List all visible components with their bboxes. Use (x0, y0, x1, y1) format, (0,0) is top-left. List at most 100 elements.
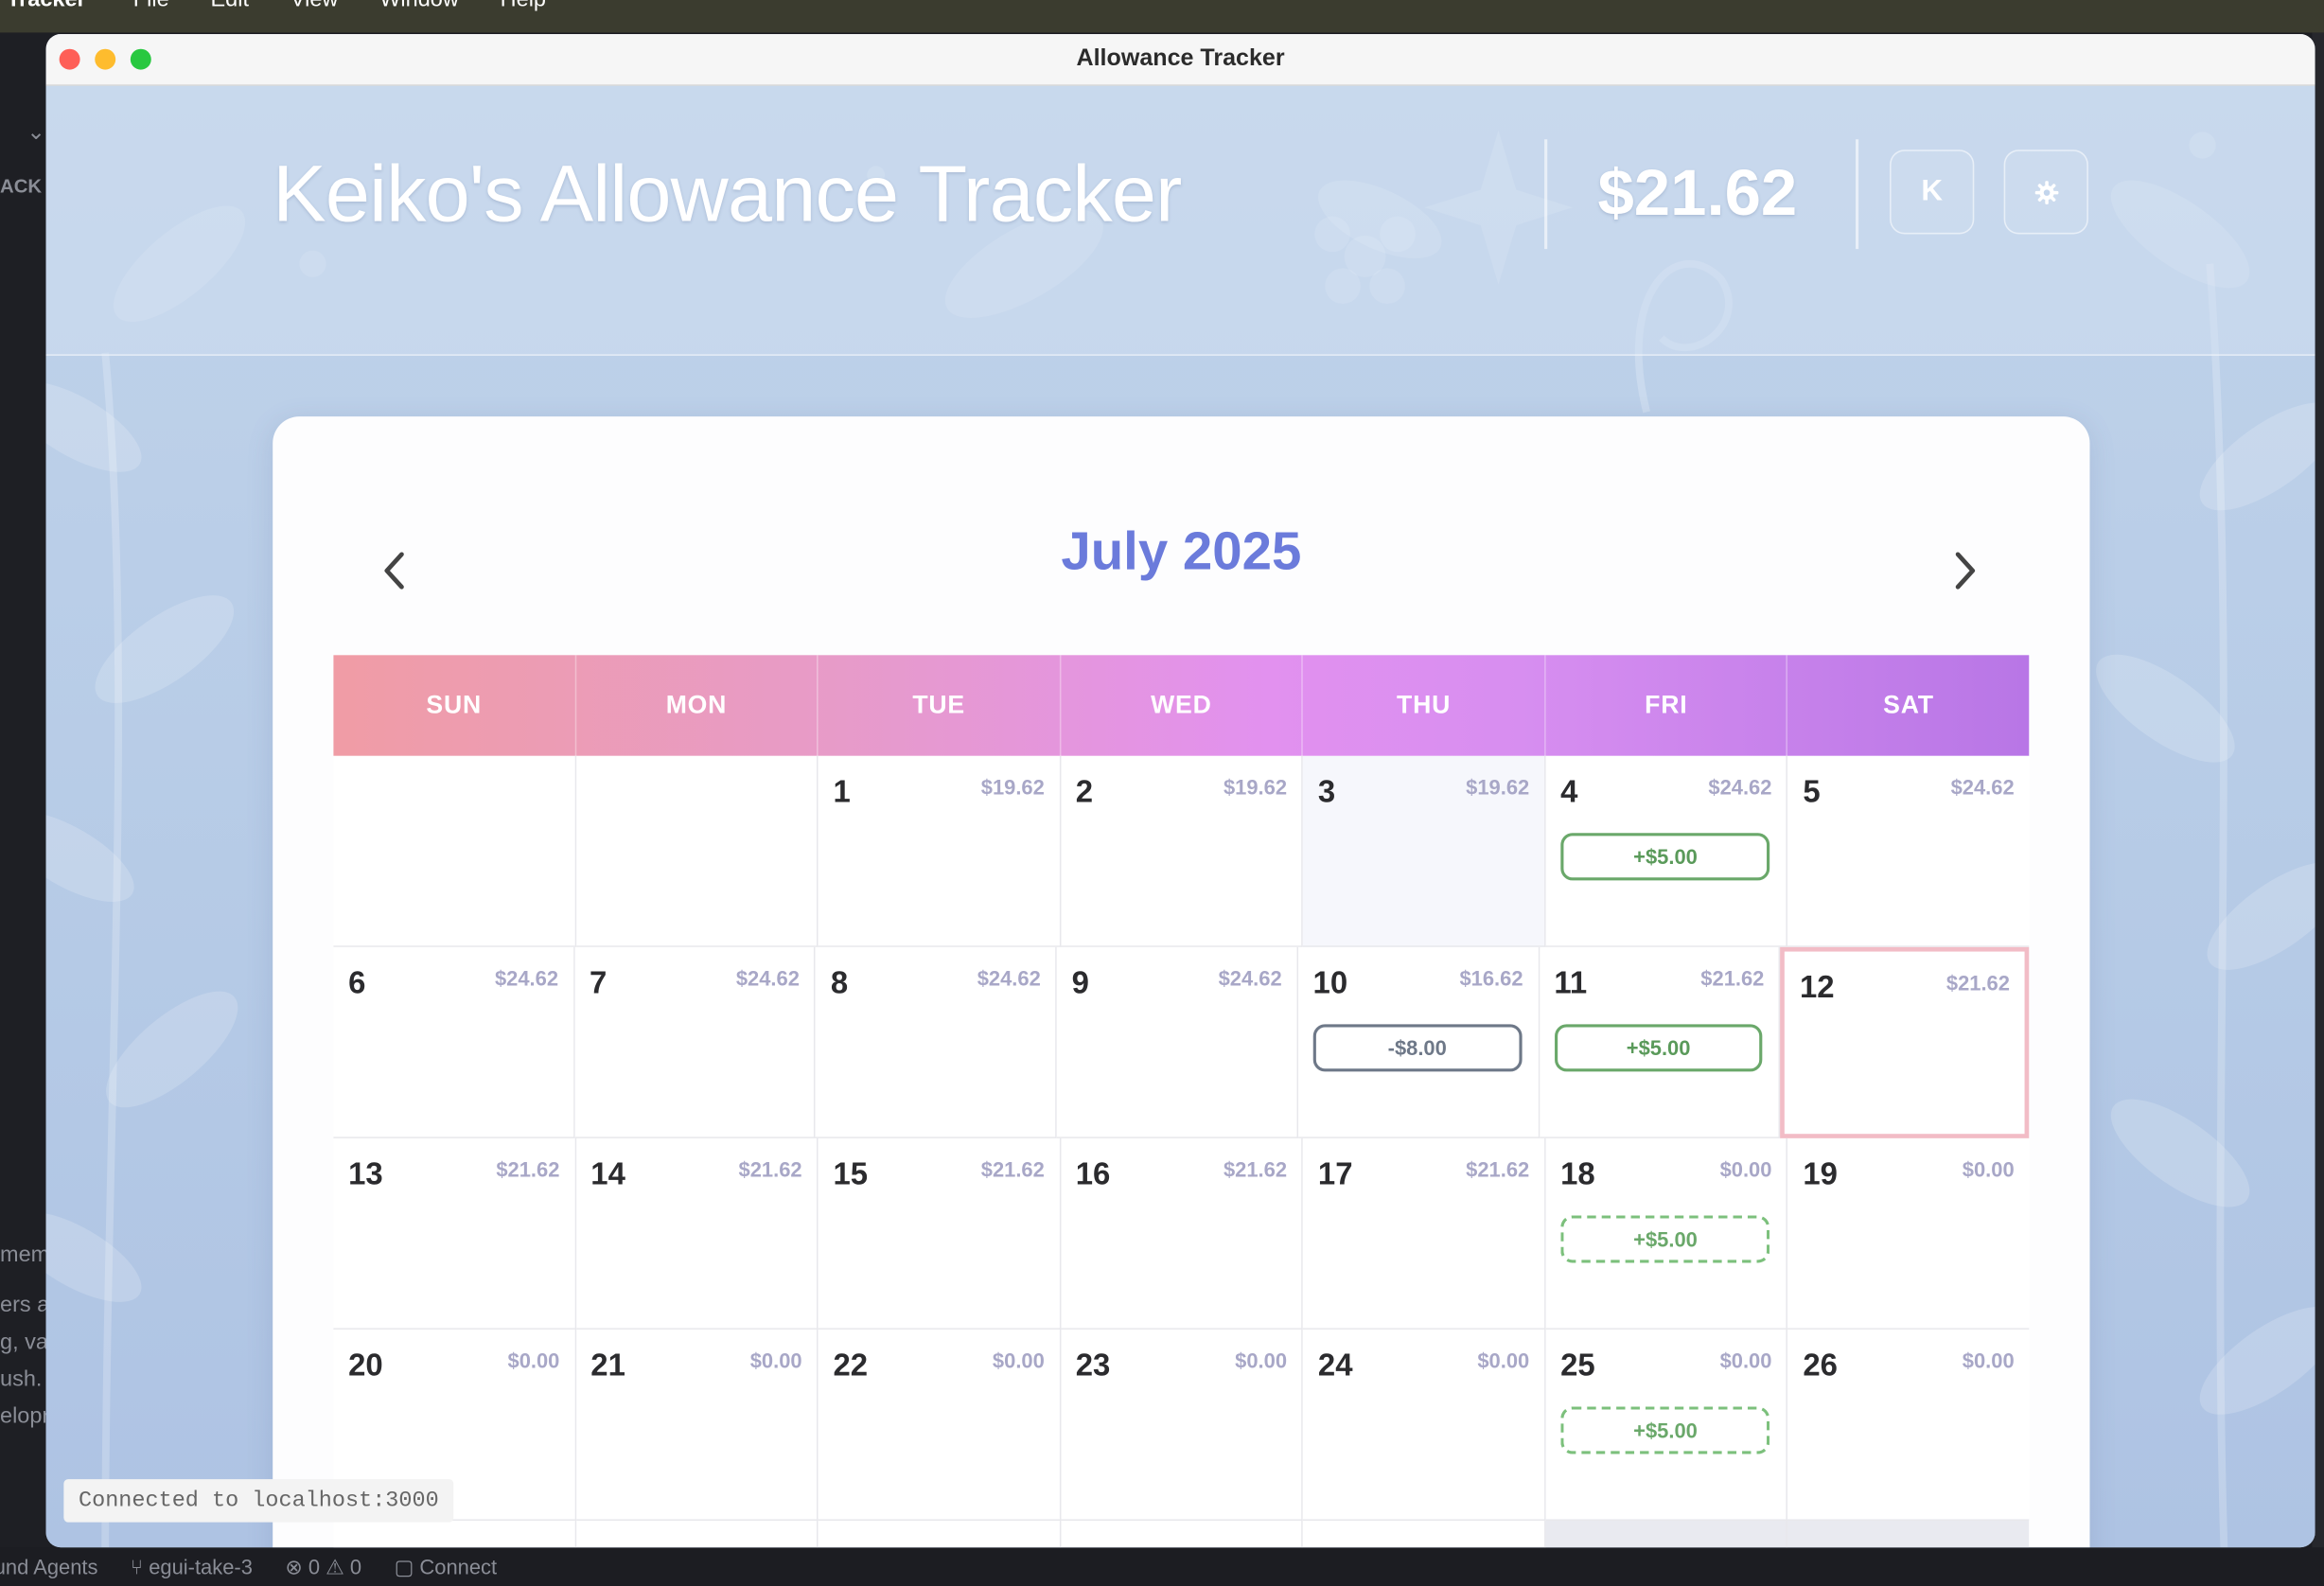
day-cell-3[interactable]: 3 $19.62 (1303, 755, 1546, 947)
day-balance: $24.62 (977, 966, 1041, 991)
day-cell-10[interactable]: 10 $16.62 -$8.00 (1297, 946, 1540, 1138)
day-balance: $21.62 (1700, 966, 1765, 991)
ide-text-fragment: g, va (0, 1329, 48, 1355)
day-cell-17[interactable]: 17 $21.62 (1303, 1137, 1546, 1330)
minimize-window-button[interactable] (95, 48, 116, 70)
traffic-lights (59, 48, 151, 70)
app-window: Allowance Tracker Keiko's Allowance Trac… (45, 34, 2315, 1548)
day-cell[interactable] (818, 1521, 1062, 1548)
menu-help[interactable]: Help (501, 0, 546, 12)
day-balance: $16.62 (1459, 966, 1523, 991)
day-cell[interactable] (1061, 1521, 1304, 1548)
day-cell-2[interactable]: 2 $19.62 (1061, 755, 1304, 947)
day-balance: $21.62 (496, 1157, 560, 1182)
status-problems[interactable]: ⊗ 0 ⚠ 0 (285, 1554, 361, 1579)
scheduled-allowance-chip[interactable]: +$5.00 (1560, 1406, 1770, 1454)
close-window-button[interactable] (59, 48, 80, 70)
day-number: 14 (590, 1157, 625, 1192)
menu-window[interactable]: Window (379, 0, 459, 12)
status-connect[interactable]: ▢ Connect (395, 1554, 498, 1579)
current-balance: $21.62 (1597, 157, 1798, 230)
day-cell[interactable] (1303, 1521, 1546, 1548)
day-number: 19 (1803, 1157, 1838, 1192)
status-agents[interactable]: und Agents (0, 1555, 97, 1578)
day-number: 12 (1799, 970, 1835, 1005)
weekday-thu: THU (1303, 655, 1546, 756)
profile-button[interactable]: K (1890, 150, 1975, 235)
day-cell-8[interactable]: 8 $24.62 (816, 946, 1058, 1138)
day-number: 17 (1317, 1157, 1353, 1192)
weekday-fri: FRI (1545, 655, 1788, 756)
menu-edit[interactable]: Edit (211, 0, 250, 12)
day-balance: $24.62 (1950, 775, 2015, 800)
zoom-window-button[interactable] (130, 48, 151, 70)
ide-text-fragment: elopr (0, 1403, 50, 1429)
day-cell-21[interactable]: 21 $0.00 (575, 1329, 819, 1522)
day-cell[interactable] (575, 1521, 819, 1548)
day-cell-13[interactable]: 13 $21.62 (333, 1137, 576, 1330)
day-cell-4[interactable]: 4 $24.62 +$5.00 (1545, 755, 1788, 947)
day-cell-12[interactable]: 12 $21.62 (1780, 946, 2030, 1138)
settings-button[interactable] (2003, 150, 2088, 235)
day-balance: $0.00 (1962, 1348, 2015, 1373)
calendar-weeks: 1 $19.62 2 $19.62 3 $19.62 4 $24.62 +$5.00 5 $24.6… (333, 755, 2030, 1522)
window-title: Allowance Tracker (1076, 45, 1285, 72)
day-balance: $21.62 (1223, 1157, 1288, 1182)
day-balance: $19.62 (1466, 775, 1530, 800)
day-balance: $0.00 (749, 1348, 802, 1373)
day-balance: $0.00 (992, 1348, 1045, 1373)
calendar-grid: SUN MON TUE WED THU FRI SAT 1 $19.62 2 $19.… (333, 655, 2030, 1548)
weekday-tue: TUE (819, 655, 1062, 756)
day-cell-5[interactable]: 5 $24.62 (1787, 755, 2030, 947)
day-balance: $24.62 (735, 966, 800, 991)
menubar-app-name[interactable]: e Tracker (0, 0, 86, 12)
day-number: 8 (830, 966, 849, 1001)
day-cell-empty (333, 755, 576, 947)
allowance-chip[interactable]: +$5.00 (1554, 1024, 1763, 1072)
day-number: 2 (1075, 775, 1094, 810)
gear-icon (2034, 180, 2058, 204)
weekday-header-row: SUN MON TUE WED THU FRI SAT (333, 655, 2030, 756)
day-number: 23 (1075, 1348, 1111, 1383)
day-cell-22[interactable]: 22 $0.00 (818, 1329, 1062, 1522)
menu-view[interactable]: View (290, 0, 339, 12)
day-cell-1[interactable]: 1 $19.62 (818, 755, 1062, 947)
day-balance: $21.62 (738, 1157, 802, 1182)
next-month-button[interactable] (1936, 541, 1996, 601)
day-balance: $0.00 (1719, 1157, 1772, 1182)
deduction-chip[interactable]: -$8.00 (1312, 1024, 1522, 1072)
ide-section-label: ACK (0, 174, 43, 198)
day-cell-24[interactable]: 24 $0.00 (1303, 1329, 1546, 1522)
chevron-down-icon[interactable]: ⌄ (26, 118, 45, 146)
day-cell-26[interactable]: 26 $0.00 (1787, 1329, 2030, 1522)
day-cell[interactable] (333, 1521, 576, 1548)
status-branch[interactable]: ⑂ egui-take-3 (131, 1555, 253, 1578)
day-number: 21 (590, 1348, 625, 1383)
day-number: 20 (348, 1348, 383, 1383)
allowance-chip[interactable]: +$5.00 (1560, 833, 1770, 881)
day-cell-14[interactable]: 14 $21.62 (575, 1137, 819, 1330)
calendar-week-partial (333, 1521, 2030, 1548)
day-cell-18[interactable]: 18 $0.00 +$5.00 (1545, 1137, 1788, 1330)
day-cell-15[interactable]: 15 $21.62 (818, 1137, 1062, 1330)
avatar-initial: K (1921, 174, 1943, 208)
day-cell-16[interactable]: 16 $21.62 (1061, 1137, 1304, 1330)
day-cell-6[interactable]: 6 $24.62 (333, 946, 575, 1138)
day-cell-25[interactable]: 25 $0.00 +$5.00 (1545, 1329, 1788, 1522)
calendar-card: July 2025 SUN MON TUE WED THU FRI SAT 1 $… (273, 416, 2090, 1548)
day-number: 1 (833, 775, 851, 810)
calendar-week: 20 $0.00 21 $0.00 22 $0.00 23 $0.00 24 $0.00 25 $0.… (333, 1329, 2030, 1522)
ide-statusbar: und Agents ⑂ egui-take-3 ⊗ 0 ⚠ 0 ▢ Conne… (0, 1547, 2324, 1586)
day-number: 18 (1560, 1157, 1595, 1192)
day-cell-7[interactable]: 7 $24.62 (574, 946, 817, 1138)
day-cell-23[interactable]: 23 $0.00 (1061, 1329, 1304, 1522)
day-cell-9[interactable]: 9 $24.62 (1057, 946, 1298, 1138)
window-titlebar[interactable]: Allowance Tracker (45, 34, 2315, 86)
day-cell-empty (575, 755, 819, 947)
menu-file[interactable]: File (133, 0, 169, 12)
scheduled-allowance-chip[interactable]: +$5.00 (1560, 1215, 1770, 1263)
day-cell-empty (1545, 1521, 1788, 1548)
day-cell-19[interactable]: 19 $0.00 (1787, 1137, 2030, 1330)
day-cell-11[interactable]: 11 $21.62 +$5.00 (1539, 946, 1781, 1138)
day-number: 7 (589, 966, 607, 1001)
